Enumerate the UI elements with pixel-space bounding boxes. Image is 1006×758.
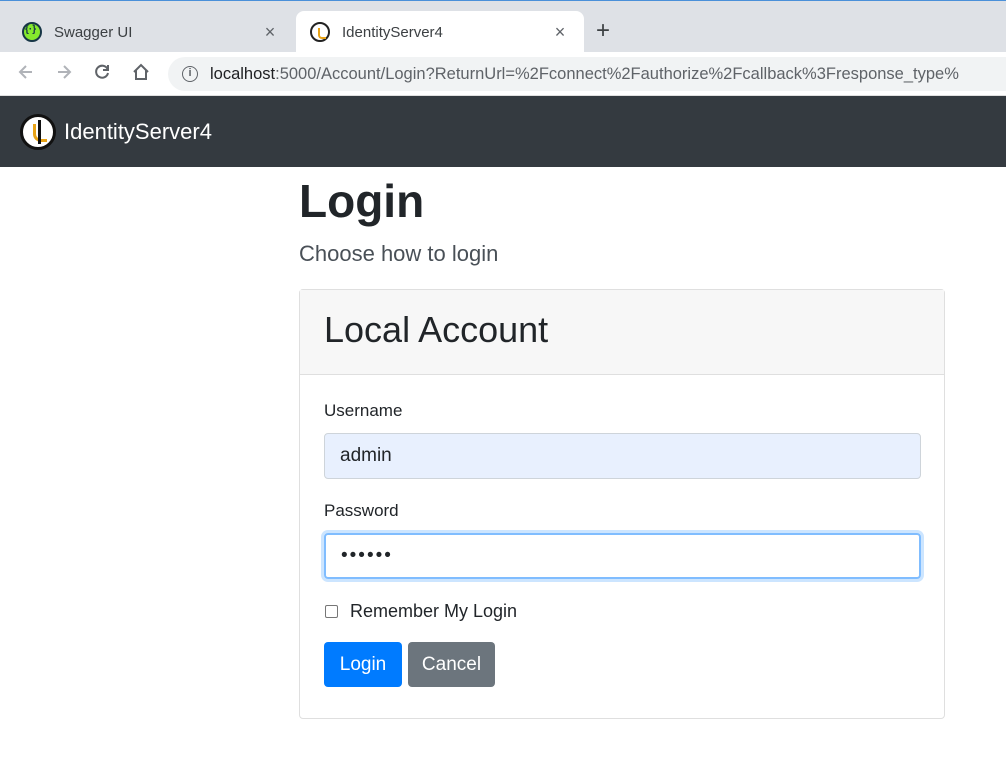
identityserver-icon <box>310 22 330 42</box>
card-header: Local Account <box>300 290 944 375</box>
home-icon[interactable] <box>129 62 153 86</box>
site-navbar: IdentityServer4 <box>0 96 1006 167</box>
local-account-card: Local Account Username admin Password ••… <box>299 289 945 719</box>
username-input[interactable]: admin <box>324 433 921 479</box>
navbar-brand[interactable]: IdentityServer4 <box>64 119 212 145</box>
url-text: localhost:5000/Account/Login?ReturnUrl=%… <box>210 64 959 83</box>
tab-title: IdentityServer4 <box>342 23 443 41</box>
cancel-button[interactable]: Cancel <box>408 642 495 687</box>
address-bar[interactable]: i localhost:5000/Account/Login?ReturnUrl… <box>168 57 1006 91</box>
new-tab-button[interactable]: + <box>596 19 610 43</box>
remember-login-checkbox[interactable] <box>325 605 338 618</box>
password-label: Password <box>324 501 399 520</box>
info-icon[interactable]: i <box>182 66 198 82</box>
reload-icon[interactable] <box>90 62 114 86</box>
remember-login-row: Remember My Login <box>324 601 920 622</box>
close-icon[interactable]: × <box>550 22 570 43</box>
card-body: Username admin Password •••••• Remember … <box>300 375 944 713</box>
page-subtitle: Choose how to login <box>299 241 499 266</box>
browser-toolbar: i localhost:5000/Account/Login?ReturnUrl… <box>0 52 1006 96</box>
username-label: Username <box>324 401 403 420</box>
browser-tab-bar: Swagger UI × IdentityServer4 × + <box>0 0 1006 53</box>
tab-swagger-ui[interactable]: Swagger UI × <box>8 11 294 53</box>
tab-identityserver4[interactable]: IdentityServer4 × <box>296 11 584 53</box>
form-buttons: Login Cancel <box>324 642 920 687</box>
username-group: Username admin <box>324 401 921 479</box>
page-title: Login <box>299 175 425 227</box>
password-input[interactable]: •••••• <box>324 533 921 579</box>
close-icon[interactable]: × <box>260 22 280 43</box>
remember-login-label[interactable]: Remember My Login <box>350 601 517 622</box>
forward-arrow-icon[interactable] <box>52 62 76 86</box>
login-button[interactable]: Login <box>324 642 402 687</box>
back-arrow-icon[interactable] <box>14 62 38 86</box>
password-group: Password •••••• <box>324 501 921 579</box>
swagger-icon <box>22 22 42 42</box>
tab-title: Swagger UI <box>54 23 133 41</box>
card-title: Local Account <box>324 309 549 350</box>
identityserver-logo-icon[interactable] <box>20 113 56 150</box>
main-container: Login Choose how to login Local Account … <box>299 167 945 719</box>
